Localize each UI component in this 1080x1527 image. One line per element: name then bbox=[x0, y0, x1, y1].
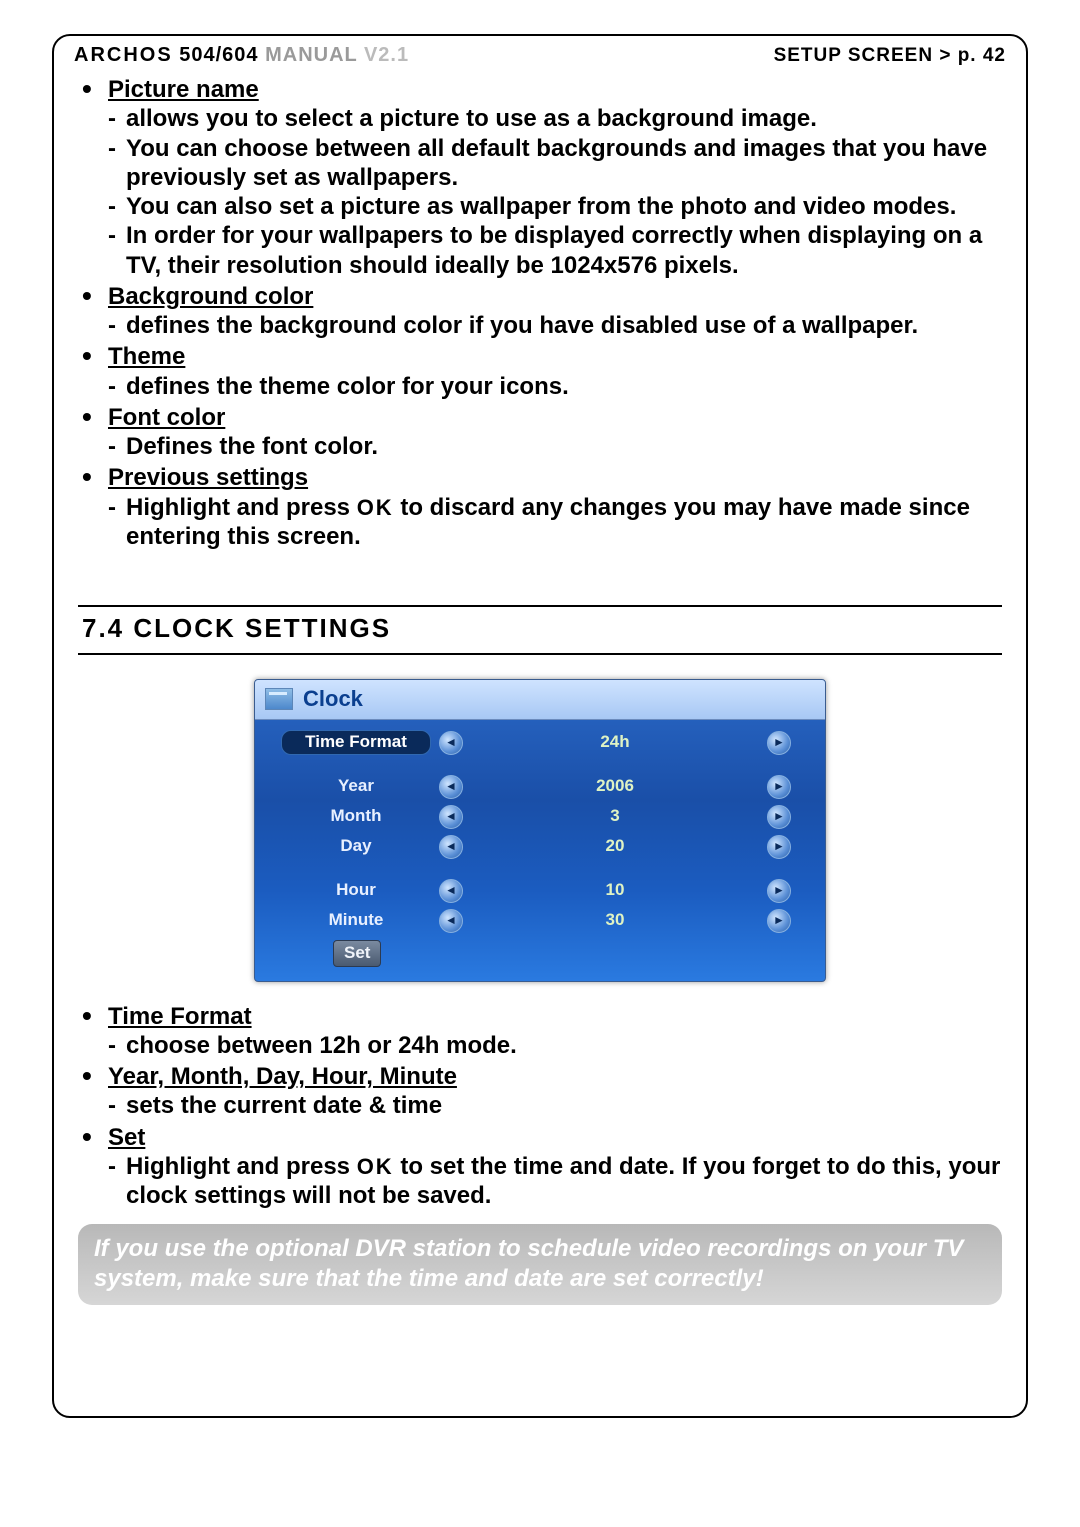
clock-row-label[interactable]: Minute bbox=[281, 910, 431, 931]
section-divider-top bbox=[78, 605, 1002, 607]
sub-item: choose between 12h or 24h mode. bbox=[108, 1031, 1002, 1060]
sub-item: Highlight and press OK to discard any ch… bbox=[108, 493, 1002, 552]
item-title: Font color bbox=[108, 404, 225, 431]
clock-row: Day ◄ 20 ► bbox=[281, 832, 799, 862]
clock-row-value: 3 bbox=[471, 806, 759, 827]
clock-panel: Clock Time Format ◄ 24h ► Year ◄ 2006 ► Month ◄ 3 ►… bbox=[254, 679, 826, 982]
sub-item: Highlight and press OK to set the time a… bbox=[108, 1152, 1002, 1211]
section-heading: 7.4 Clock Settings bbox=[78, 613, 1002, 645]
item-title: Picture name bbox=[108, 76, 259, 103]
arrow-left-icon[interactable]: ◄ bbox=[439, 731, 463, 755]
page-border: ARCHOS 504/604 MANUAL V2.1 SETUP SCREEN … bbox=[52, 34, 1028, 1418]
list-item: Time Formatchoose between 12h or 24h mod… bbox=[78, 1002, 1002, 1061]
clock-row-label[interactable]: Day bbox=[281, 836, 431, 857]
arrow-right-icon[interactable]: ► bbox=[767, 879, 791, 903]
clock-row-value: 10 bbox=[471, 880, 759, 901]
note-box: If you use the optional DVR station to s… bbox=[78, 1224, 1002, 1305]
clock-row-value: 2006 bbox=[471, 776, 759, 797]
item-title: Set bbox=[108, 1124, 145, 1151]
sub-list: allows you to select a picture to use as… bbox=[108, 104, 1002, 280]
clock-row: Year ◄ 2006 ► bbox=[281, 772, 799, 802]
clock-row-value: 30 bbox=[471, 910, 759, 931]
clock-panel-body: Time Format ◄ 24h ► Year ◄ 2006 ► Month ◄ 3 ► Day ◄ 20… bbox=[255, 720, 825, 981]
list-item: Background colordefines the background c… bbox=[78, 282, 1002, 341]
clock-panel-title: Clock bbox=[303, 686, 363, 713]
list-item: Picture nameallows you to select a pictu… bbox=[78, 75, 1002, 280]
item-title: Previous settings bbox=[108, 464, 308, 491]
sub-item: defines the theme color for your icons. bbox=[108, 372, 1002, 401]
sub-item: allows you to select a picture to use as… bbox=[108, 104, 1002, 133]
sub-item: You can also set a picture as wallpaper … bbox=[108, 192, 1002, 221]
row-gap bbox=[281, 862, 799, 876]
set-button[interactable]: Set bbox=[333, 940, 381, 967]
sub-list: defines the background color if you have… bbox=[108, 311, 1002, 340]
clock-row: Minute ◄ 30 ► bbox=[281, 906, 799, 936]
manual-page: ARCHOS 504/604 MANUAL V2.1 SETUP SCREEN … bbox=[0, 0, 1080, 1527]
item-title: Year, Month, Day, Hour, Minute bbox=[108, 1063, 457, 1090]
clock-row-value: 20 bbox=[471, 836, 759, 857]
list-item: Font colorDefines the font color. bbox=[78, 403, 1002, 462]
sub-list: choose between 12h or 24h mode. bbox=[108, 1031, 1002, 1060]
arrow-right-icon[interactable]: ► bbox=[767, 731, 791, 755]
version-text: V2.1 bbox=[364, 44, 409, 66]
clock-row-label[interactable]: Time Format bbox=[281, 730, 431, 755]
clock-row: Time Format ◄ 24h ► bbox=[281, 728, 799, 758]
sub-list: defines the theme color for your icons. bbox=[108, 372, 1002, 401]
page-header: ARCHOS 504/604 MANUAL V2.1 SETUP SCREEN … bbox=[54, 36, 1026, 71]
arrow-left-icon[interactable]: ◄ bbox=[439, 775, 463, 799]
sub-item: In order for your wallpapers to be displ… bbox=[108, 221, 1002, 280]
arrow-right-icon[interactable]: ► bbox=[767, 805, 791, 829]
arrow-right-icon[interactable]: ► bbox=[767, 835, 791, 859]
clock-icon bbox=[265, 688, 293, 710]
arrow-right-icon[interactable]: ► bbox=[767, 909, 791, 933]
clock-row-label[interactable]: Month bbox=[281, 806, 431, 827]
ok-button-label: OK bbox=[357, 495, 394, 522]
arrow-left-icon[interactable]: ◄ bbox=[439, 805, 463, 829]
header-left: ARCHOS 504/604 MANUAL V2.1 bbox=[74, 44, 409, 67]
sub-item: Defines the font color. bbox=[108, 432, 1002, 461]
clock-row-value: 24h bbox=[471, 732, 759, 753]
display-settings-list: Picture nameallows you to select a pictu… bbox=[78, 75, 1002, 551]
section-divider-bottom bbox=[78, 653, 1002, 655]
list-item: Previous settingsHighlight and press OK … bbox=[78, 463, 1002, 551]
page-content: Picture nameallows you to select a pictu… bbox=[54, 71, 1026, 1315]
sub-list: Highlight and press OK to discard any ch… bbox=[108, 493, 1002, 552]
sub-list: Highlight and press OK to set the time a… bbox=[108, 1152, 1002, 1211]
model-text: 504/604 bbox=[179, 44, 258, 66]
sub-list: Defines the font color. bbox=[108, 432, 1002, 461]
list-item: Themedefines the theme color for your ic… bbox=[78, 342, 1002, 401]
item-title: Theme bbox=[108, 343, 185, 370]
clock-row: Month ◄ 3 ► bbox=[281, 802, 799, 832]
list-item: SetHighlight and press OK to set the tim… bbox=[78, 1123, 1002, 1211]
item-title: Time Format bbox=[108, 1003, 252, 1030]
arrow-left-icon[interactable]: ◄ bbox=[439, 879, 463, 903]
ok-button-label: OK bbox=[357, 1154, 394, 1181]
arrow-left-icon[interactable]: ◄ bbox=[439, 909, 463, 933]
clock-row: Hour ◄ 10 ► bbox=[281, 876, 799, 906]
arrow-left-icon[interactable]: ◄ bbox=[439, 835, 463, 859]
item-title: Background color bbox=[108, 283, 313, 310]
clock-row-label[interactable]: Year bbox=[281, 776, 431, 797]
manual-text: MANUAL bbox=[265, 44, 357, 66]
row-gap bbox=[281, 758, 799, 772]
clock-settings-list: Time Formatchoose between 12h or 24h mod… bbox=[78, 1002, 1002, 1211]
brand-text: ARCHOS bbox=[74, 44, 173, 66]
clock-panel-title-bar: Clock bbox=[255, 680, 825, 720]
sub-item: You can choose between all default backg… bbox=[108, 134, 1002, 193]
clock-row-label[interactable]: Hour bbox=[281, 880, 431, 901]
arrow-right-icon[interactable]: ► bbox=[767, 775, 791, 799]
sub-item: defines the background color if you have… bbox=[108, 311, 1002, 340]
breadcrumb: SETUP SCREEN > p. 42 bbox=[774, 45, 1006, 67]
sub-list: sets the current date & time bbox=[108, 1091, 1002, 1120]
sub-item: sets the current date & time bbox=[108, 1091, 1002, 1120]
list-item: Year, Month, Day, Hour, Minutesets the c… bbox=[78, 1062, 1002, 1121]
